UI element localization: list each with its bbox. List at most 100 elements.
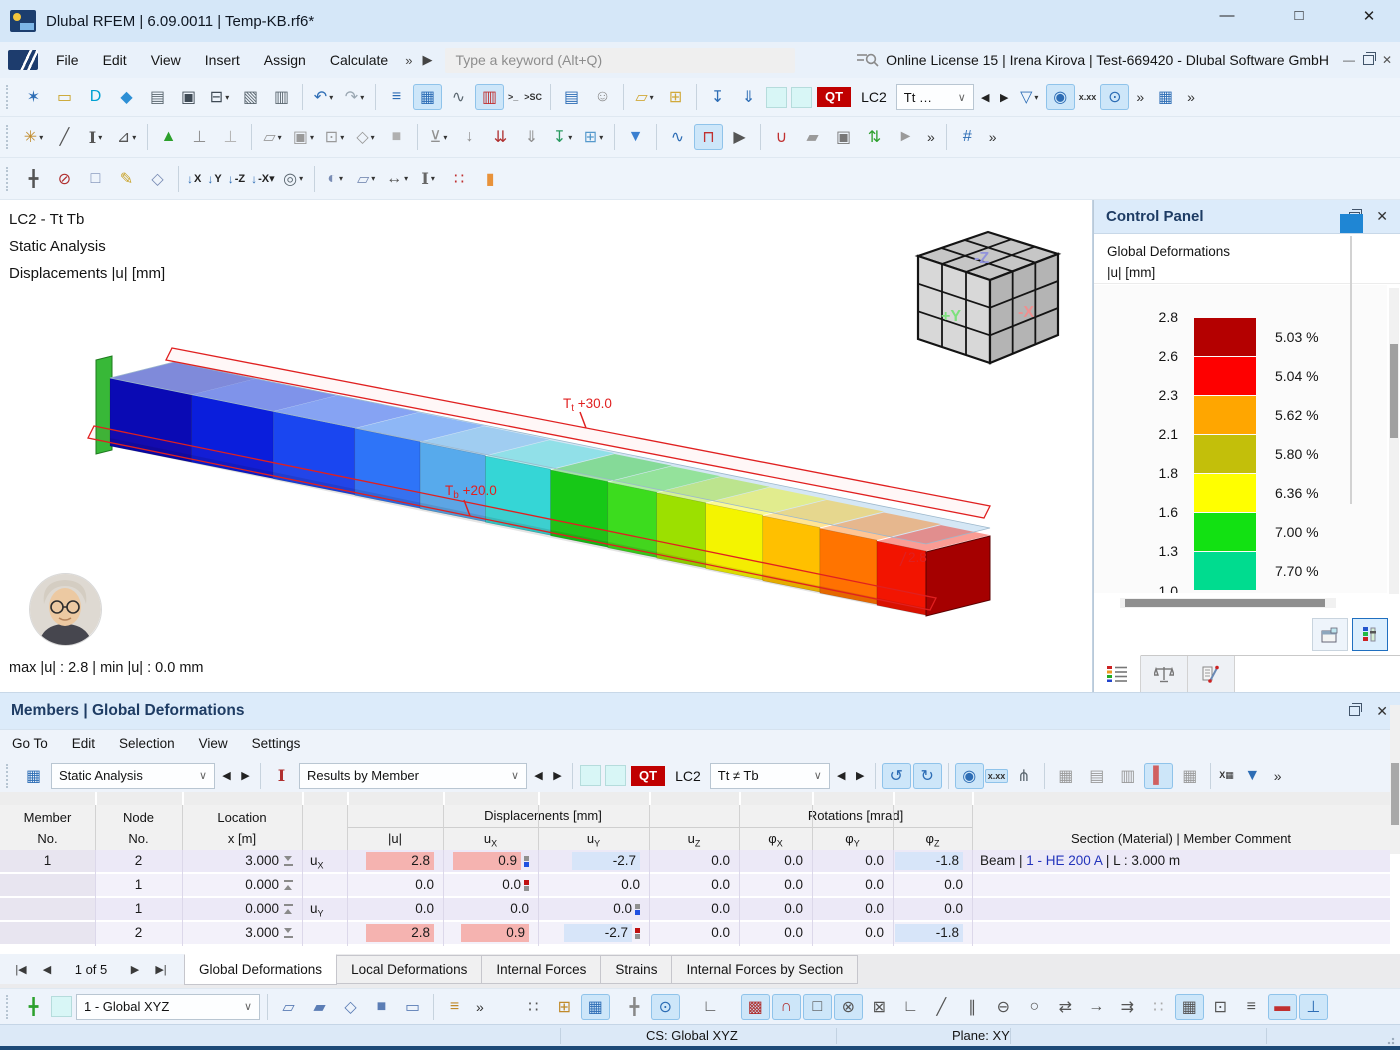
menu-assign[interactable]: Assign: [252, 52, 318, 68]
edit-note-icon[interactable]: ⊞: [661, 84, 690, 110]
member-results-icon[interactable]: I: [267, 763, 296, 789]
relation-scheme-icon[interactable]: ⋔: [1009, 763, 1038, 789]
snap-center-icon[interactable]: ⊗: [834, 994, 863, 1020]
new-line-icon[interactable]: ╱: [50, 124, 79, 150]
navcube-label-pos-y[interactable]: +Y: [941, 308, 961, 325]
menu-insert[interactable]: Insert: [193, 52, 252, 68]
show-deformed-structure-icon[interactable]: ⊓: [694, 124, 723, 150]
results-by-combo[interactable]: Results by Member∨: [299, 763, 527, 789]
surface-grid-icon[interactable]: ▮: [476, 166, 505, 192]
table-row[interactable]: 10.000uY0.00.00.00.00.00.00.0: [0, 898, 1390, 922]
plane-settings-icon[interactable]: ≡: [440, 994, 469, 1020]
result-values-icon[interactable]: x.xx: [1076, 90, 1100, 104]
tab-global-deformations[interactable]: Global Deformations: [184, 954, 337, 985]
header-disp-2[interactable]: uY: [538, 828, 649, 848]
new-member-icon[interactable]: I▾: [81, 124, 110, 150]
new-surface-icon[interactable]: ▱▾: [258, 124, 287, 150]
snap-magnet-icon[interactable]: ∩: [772, 994, 801, 1020]
toolbar-grip[interactable]: [6, 995, 13, 1019]
plane-display-icon[interactable]: ▱▾: [352, 166, 381, 192]
snap-tangent-icon[interactable]: ⊖: [989, 994, 1018, 1020]
table-layout-3-icon[interactable]: ▥: [1113, 763, 1142, 789]
visibility-filter-icon[interactable]: ▼: [621, 124, 650, 150]
panel-options-button[interactable]: [1312, 618, 1348, 651]
snap-line-icon[interactable]: ╱: [927, 994, 956, 1020]
view-neg-x-icon[interactable]: ↓-X▾: [248, 171, 278, 187]
solid-display-icon[interactable]: ◐▾: [321, 166, 350, 192]
isometric-view-icon[interactable]: □: [81, 166, 110, 192]
dimensions-icon[interactable]: ↔▾: [383, 166, 412, 192]
beam-model[interactable]: [88, 348, 990, 616]
work-plane-3pt-icon[interactable]: ▭: [398, 994, 427, 1020]
members-panel-close-icon[interactable]: ✕: [1376, 703, 1388, 720]
search-icon[interactable]: [856, 52, 880, 68]
next-analysis-button[interactable]: ▶: [236, 769, 255, 782]
menu-play-chevron[interactable]: ▶: [417, 52, 437, 68]
new-member-load-icon[interactable]: ⇊: [486, 124, 515, 150]
go-from-graphic-icon[interactable]: ↻: [913, 763, 942, 789]
header-disp-3[interactable]: uZ: [649, 828, 739, 848]
control-panel-close-icon[interactable]: ✕: [1376, 208, 1388, 225]
toolbar2-more[interactable]: »: [983, 129, 1003, 145]
tab-local-deformations[interactable]: Local Deformations: [337, 955, 482, 984]
show-result-values-icon[interactable]: ⊙: [1100, 84, 1129, 110]
table-vertical-scrollbar[interactable]: [1390, 705, 1400, 854]
snap-offset-icon[interactable]: ⇉: [1113, 994, 1142, 1020]
new-printout-icon[interactable]: ▧: [236, 84, 265, 110]
result-diagrams-window-icon[interactable]: ∿: [663, 124, 692, 150]
result-display-icon[interactable]: ◉: [955, 763, 984, 789]
go-to-graphic-icon[interactable]: ↺: [882, 763, 911, 789]
tab-factors[interactable]: [1141, 656, 1188, 692]
section-display-icon[interactable]: I▾: [414, 166, 443, 192]
snap-points-icon[interactable]: ╋: [620, 994, 649, 1020]
table-row[interactable]: 23.0002.80.9-2.70.00.00.0-1.8: [0, 922, 1390, 946]
tables-icon[interactable]: ▦: [413, 84, 442, 110]
display-navigator-icon[interactable]: ▤: [557, 84, 586, 110]
color-swatch-2[interactable]: [791, 87, 812, 108]
header-disp-0[interactable]: |u|: [347, 828, 443, 848]
menu-view-table[interactable]: View: [187, 736, 240, 751]
snap-nearest-icon[interactable]: ∷: [1144, 994, 1173, 1020]
animation-icon[interactable]: ▶: [725, 124, 754, 150]
flying-section-icon[interactable]: ►: [891, 124, 920, 150]
navcube-label-neg-z[interactable]: -Z: [974, 250, 989, 267]
view-y-icon[interactable]: ↓Y: [204, 171, 224, 187]
new-free-load-icon[interactable]: ↧▾: [548, 124, 577, 150]
new-nodal-support-icon[interactable]: ▲: [154, 124, 183, 150]
new-line-hinge-icon[interactable]: ⊥: [216, 124, 245, 150]
navigation-cube[interactable]: -Z+Y-X: [918, 232, 1058, 363]
menu-view[interactable]: View: [139, 52, 193, 68]
surface-results-icon[interactable]: ▰: [798, 124, 827, 150]
solid-results-icon[interactable]: ▣: [829, 124, 858, 150]
control-panel-horizontal-scrollbar[interactable]: [1120, 598, 1336, 608]
panel-swatch-2[interactable]: [605, 765, 626, 786]
pan-view-icon[interactable]: ╋: [19, 166, 48, 192]
tab-color-scale[interactable]: [1094, 655, 1141, 692]
work-plane-xz-icon[interactable]: ▰: [305, 994, 334, 1020]
header-member[interactable]: Member: [0, 807, 95, 827]
minimize-button[interactable]: —: [1210, 7, 1244, 24]
color-swatch-1[interactable]: [766, 87, 787, 108]
maximize-button[interactable]: □: [1282, 7, 1316, 24]
close-button[interactable]: ✕: [1352, 7, 1386, 25]
grid-new-icon[interactable]: ⊞: [550, 994, 579, 1020]
cs-color-swatch[interactable]: [51, 996, 72, 1017]
view-x-icon[interactable]: ↓X: [184, 171, 204, 187]
new-imposed-deformation-icon[interactable]: ⊻▾: [424, 124, 453, 150]
toolbar1-overflow[interactable]: »: [1130, 89, 1150, 105]
grid-visible-icon[interactable]: ▦: [581, 994, 610, 1020]
save-icon[interactable]: ▣: [174, 84, 203, 110]
header-member-no[interactable]: No.: [0, 828, 95, 848]
tab-strains[interactable]: Strains: [601, 955, 672, 984]
menubar-close-icon[interactable]: ✕: [1374, 53, 1400, 67]
focus-view-icon[interactable]: ◎▾: [279, 166, 308, 192]
header-group-rotations[interactable]: Rotations [mrad]: [739, 805, 972, 827]
keyword-search-input[interactable]: Type a keyword (Alt+Q): [445, 48, 795, 73]
numeric-keypad-icon[interactable]: #: [953, 124, 982, 150]
prev-page-button[interactable]: ◀: [34, 963, 60, 976]
header-rot-0[interactable]: φX: [739, 828, 812, 848]
snap-intersection-icon[interactable]: ⊠: [865, 994, 894, 1020]
model-3d-icon[interactable]: ◆: [112, 84, 141, 110]
prev-analysis-button[interactable]: ◀: [217, 769, 236, 782]
snap-grid-icon[interactable]: ▦: [1175, 994, 1204, 1020]
